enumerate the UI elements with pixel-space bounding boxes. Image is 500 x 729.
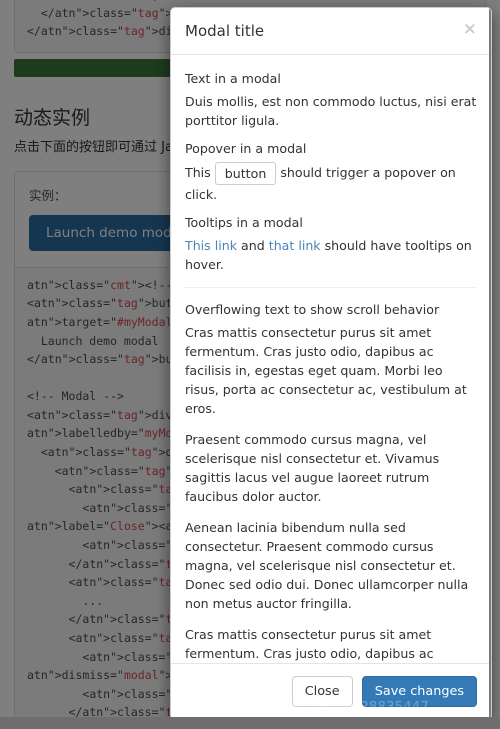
heading-overflowing-text: Overflowing text to show scroll behavior <box>185 302 440 318</box>
popover-demo-line: This button should trigger a popover on … <box>185 162 477 204</box>
body-divider <box>185 287 477 289</box>
close-icon[interactable]: × <box>463 21 477 38</box>
save-changes-button[interactable]: Save changes <box>361 676 477 707</box>
bottom-strip <box>0 717 500 729</box>
modal-header: Modal title × <box>171 8 491 56</box>
modal-dialog: Modal title × Text in a modal Duis molli… <box>170 7 492 720</box>
paragraph-praesent-1: Praesent commodo cursus magna, vel scele… <box>185 432 440 505</box>
modal-body[interactable]: Text in a modal Duis mollis, est non com… <box>171 55 491 663</box>
close-button[interactable]: Close <box>291 676 353 707</box>
popover-prefix-text: This <box>185 165 211 181</box>
heading-text-in-modal: Text in a modal <box>185 71 281 87</box>
modal-title: Modal title <box>185 22 265 40</box>
paragraph-cras-1: Cras mattis consectetur purus sit amet f… <box>185 325 467 417</box>
heading-tooltips-in-modal: Tooltips in a modal <box>185 215 303 231</box>
tooltip-link-that[interactable]: that link <box>269 238 321 253</box>
popover-trigger-button[interactable]: button <box>214 162 277 186</box>
paragraph-cras-2: Cras mattis consectetur purus sit amet f… <box>185 627 434 662</box>
modal-scrollbar[interactable] <box>489 8 491 719</box>
tooltip-mid-text: and <box>241 238 265 254</box>
tooltip-demo-line: This link and that link should have tool… <box>185 236 477 274</box>
heading-popover-in-modal: Popover in a modal <box>185 141 307 157</box>
modal-footer: Close Save changes <box>171 663 491 719</box>
paragraph-aenean-1: Aenean lacinia bibendum nulla sed consec… <box>185 520 469 612</box>
tooltip-link-this[interactable]: This link <box>185 238 237 253</box>
paragraph-duis-mollis: Duis mollis, est non commodo luctus, nis… <box>185 94 477 129</box>
